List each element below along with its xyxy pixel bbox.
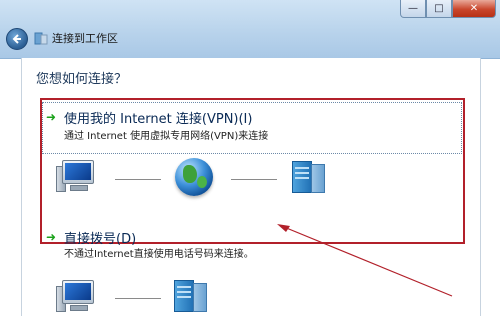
annotation-arrow bbox=[277, 224, 453, 297]
